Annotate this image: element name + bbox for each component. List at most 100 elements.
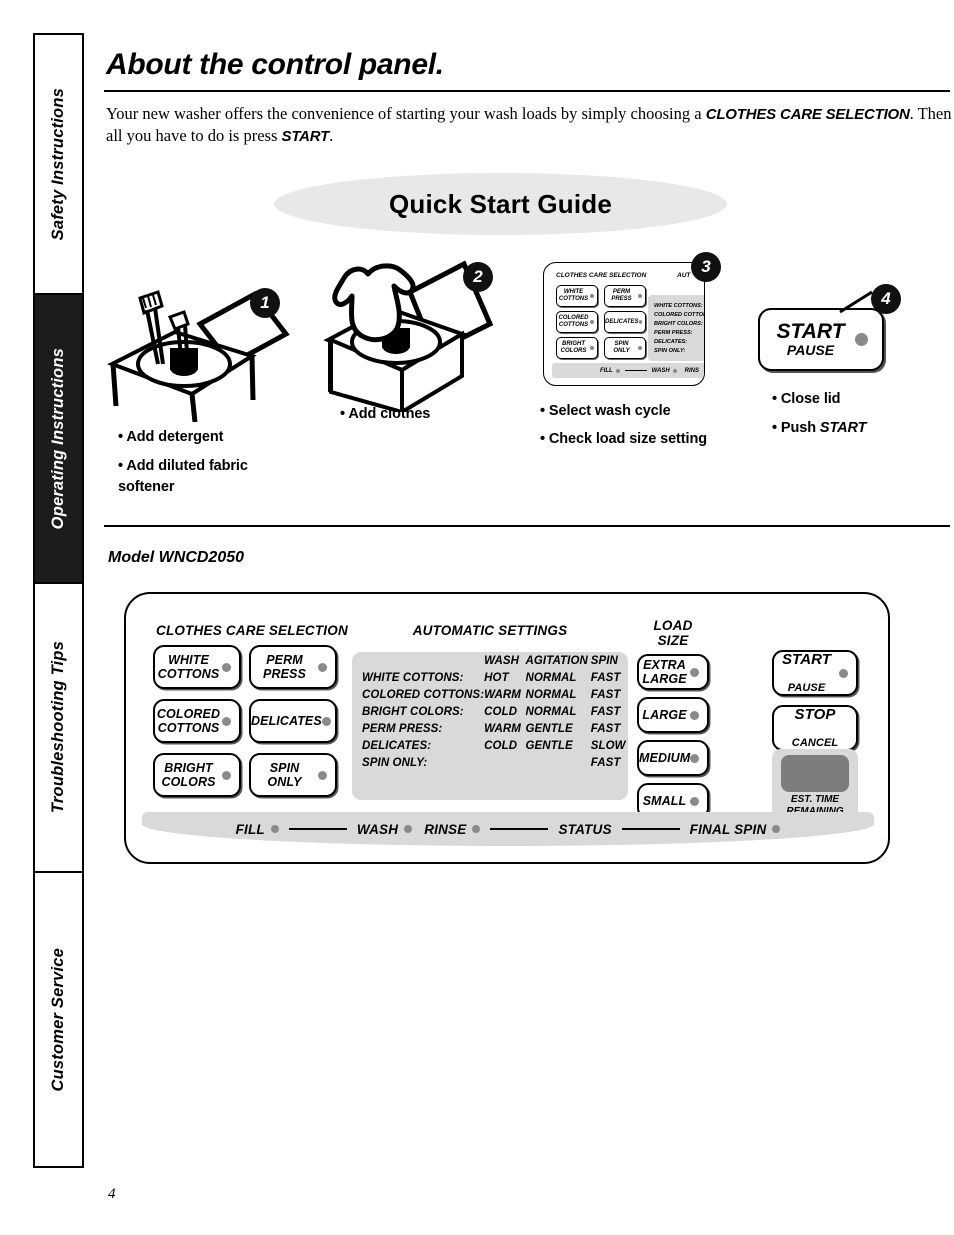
thumb-button-label: WHITE COTTONS: [558, 289, 589, 302]
thumb-led-icon: [590, 346, 594, 350]
sidebar-item-label: Customer Service: [49, 947, 67, 1092]
cell-agitation: GENTLE: [525, 739, 573, 752]
status-item-rinse: RINSE: [424, 821, 481, 837]
section-divider: [104, 525, 950, 527]
cell-agitation: NORMAL: [525, 705, 577, 718]
thumb-button-colored-cottons[interactable]: COLORED COTTONS: [556, 311, 598, 333]
automatic-settings-table: WASH AGITATION SPIN WHITE COTTONS: HOT N…: [352, 652, 628, 800]
step-3-caption: • Select wash cycle • Check load size se…: [540, 401, 750, 450]
button-bright-colors[interactable]: BRIGHT COLORS: [153, 753, 241, 797]
thumb-button-white-cottons[interactable]: WHITE COTTONS: [556, 285, 598, 307]
table-row: PERM PRESS: WARM GENTLE FAST: [352, 720, 628, 737]
status-label: STATUS: [558, 821, 612, 837]
thumb-status-led-icon: [615, 368, 620, 373]
button-extra-large[interactable]: EXTRA LARGE: [637, 654, 709, 690]
step-2-bullet-1: • Add clothes: [340, 406, 431, 422]
start-button-primary-label: START: [776, 320, 845, 343]
step-4-bullet-2: • Push START: [772, 420, 867, 436]
button-delicates[interactable]: DELICATES: [249, 699, 337, 743]
button-perm-press[interactable]: PERM PRESS: [249, 645, 337, 689]
status-label: RINSE: [424, 821, 467, 837]
cell-spin: FAST: [590, 756, 621, 769]
thumb-led-icon: [638, 294, 642, 298]
status-label: FINAL SPIN: [689, 821, 767, 837]
row-label: WHITE COTTONS:: [362, 671, 464, 684]
status-label: FILL: [235, 821, 265, 837]
table-row: WHITE COTTONS: HOT NORMAL FAST: [352, 669, 628, 686]
step-1-bullet-2: • Add diluted fabric softener: [118, 458, 248, 495]
thumb-button-bright-colors[interactable]: BRIGHT COLORS: [556, 337, 598, 359]
col-header-wash: WASH: [484, 654, 520, 667]
title-divider: [104, 90, 950, 92]
button-white-cottons[interactable]: WHITE COTTONS: [153, 645, 241, 689]
page-title: About the control panel.: [106, 48, 444, 81]
thumb-button-label: SPIN ONLY: [613, 341, 630, 354]
status-connector-3: [621, 828, 680, 830]
thumb-button-spin-only[interactable]: SPIN ONLY: [604, 337, 646, 359]
start-led-icon: [855, 333, 868, 346]
thumb-clothes-care-title: CLOTHES CARE SELECTION: [556, 272, 647, 279]
row-label: BRIGHT COLORS:: [362, 705, 464, 718]
thumb-row-label: BRIGHT COLORS:: [654, 321, 703, 327]
cell-spin: FAST: [590, 705, 621, 718]
cell-agitation: [525, 754, 590, 771]
cell-wash: WARM: [484, 688, 521, 701]
control-panel-diagram: CLOTHES CARE SELECTION WHITE COTTONS PER…: [124, 592, 890, 864]
button-spin-only[interactable]: SPIN ONLY: [249, 753, 337, 797]
thumb-row-label: COLORED COTTONS:: [654, 312, 704, 318]
led-indicator-icon: [690, 667, 699, 677]
thumb-button-delicates[interactable]: DELICATES: [604, 311, 646, 333]
cell-wash: HOT: [484, 671, 509, 684]
col-header-spin: SPIN: [590, 654, 618, 667]
step-3-bullet-1: • Select wash cycle: [540, 403, 671, 419]
thumb-auto-title: AUT: [677, 272, 691, 279]
step-3-thumbnail-panel: CLOTHES CARE SELECTION AUT WHITE COTTONS…: [543, 262, 705, 386]
sidebar-item-troubleshooting-tips[interactable]: Troubleshooting Tips: [35, 584, 82, 873]
thumb-led-icon: [590, 320, 594, 324]
thumb-led-icon: [590, 294, 594, 298]
cell-spin: FAST: [590, 688, 621, 701]
quick-start-banner: Quick Start Guide: [274, 173, 727, 235]
thumb-status-item-wash: WASH: [652, 368, 677, 374]
button-colored-cottons[interactable]: COLORED COTTONS: [153, 699, 241, 743]
cell-wash: COLD: [484, 739, 518, 752]
button-large[interactable]: LARGE: [637, 697, 709, 733]
start-button-secondary-label: PAUSE: [786, 342, 835, 358]
sidebar-item-label: Safety Instructions: [49, 87, 67, 241]
intro-paragraph: Your new washer offers the convenience o…: [106, 103, 952, 147]
led-indicator-icon: [839, 668, 848, 678]
table-row: COLORED COTTONS: WARM NORMAL FAST: [352, 686, 628, 703]
led-indicator-icon: [318, 770, 327, 780]
sidebar-tabs: Safety Instructions Operating Instructio…: [33, 33, 84, 1168]
thumb-row-label: PERM PRESS:: [654, 330, 693, 336]
sidebar-item-customer-service[interactable]: Customer Service: [35, 873, 82, 1166]
panel-stop-cancel-button[interactable]: STOP CANCEL: [772, 705, 858, 751]
clothes-care-selection-title: CLOTHES CARE SELECTION: [156, 623, 348, 638]
button-label: PERM PRESS: [263, 653, 306, 681]
led-indicator-icon: [222, 716, 231, 726]
sidebar-item-safety-instructions[interactable]: Safety Instructions: [35, 35, 82, 295]
sidebar-item-operating-instructions[interactable]: Operating Instructions: [35, 295, 82, 584]
thumb-status-item-rinse: RINS: [684, 367, 700, 374]
panel-start-pause-button[interactable]: START PAUSE: [772, 650, 858, 696]
cell-spin: FAST: [590, 722, 621, 735]
intro-emphasis-clothes-care: CLOTHES CARE SELECTION: [705, 106, 910, 123]
quick-start-banner-label: Quick Start Guide: [388, 188, 612, 219]
button-label: MEDIUM: [639, 751, 691, 765]
thumb-status-item-fill: FILL: [600, 368, 620, 374]
cell-wash: COLD: [484, 705, 518, 718]
start-button-text: START PAUSE: [760, 321, 855, 358]
led-indicator-icon: [222, 662, 231, 672]
button-label: SPIN ONLY: [267, 761, 302, 789]
thumb-button-label: DELICATES: [605, 318, 639, 325]
button-medium[interactable]: MEDIUM: [637, 740, 709, 776]
button-label: DELICATES: [251, 714, 322, 728]
status-led-icon: [270, 825, 279, 833]
thumb-button-perm-press[interactable]: PERM PRESS: [604, 285, 646, 307]
col-header-agitation: AGITATION: [525, 654, 588, 667]
led-indicator-icon: [690, 796, 699, 806]
status-connector-2: [490, 828, 549, 830]
status-led-icon: [472, 825, 481, 833]
thumb-status-bar: FILL WASH RINS: [552, 363, 704, 378]
row-label: SPIN ONLY:: [362, 756, 428, 769]
